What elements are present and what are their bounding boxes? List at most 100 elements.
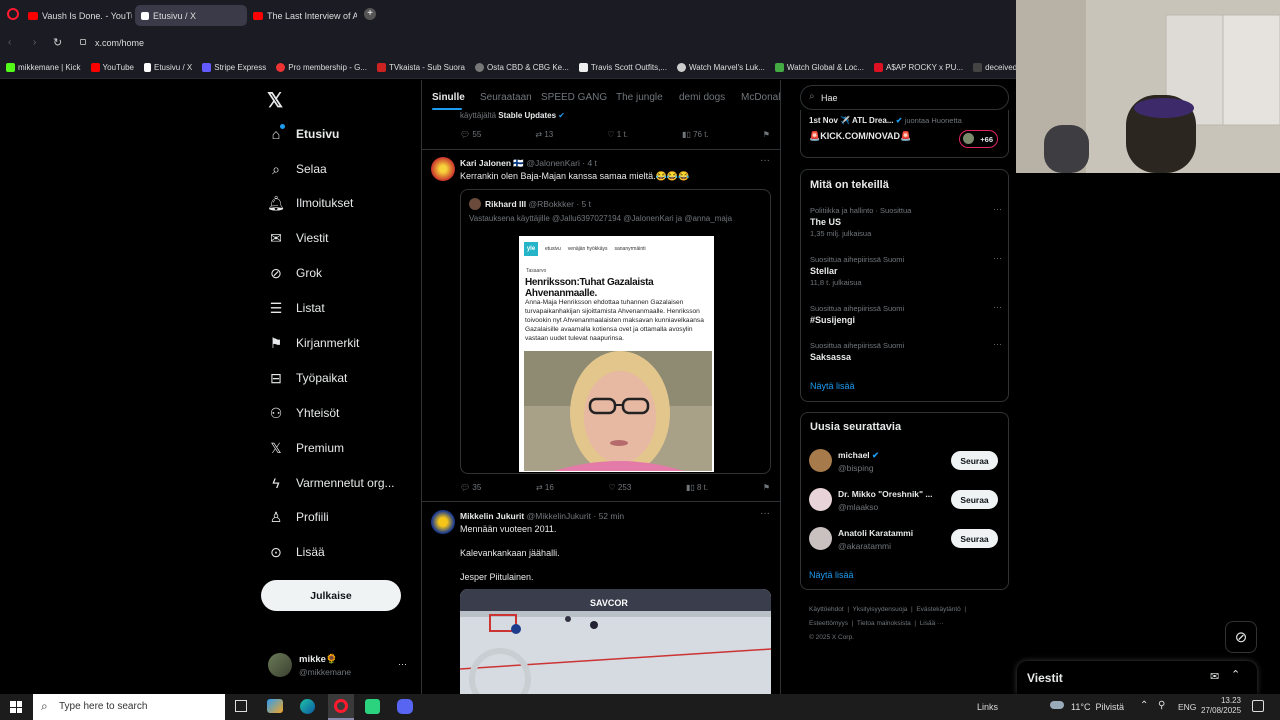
notifications-icon[interactable]: [1252, 700, 1264, 712]
trend-more-icon[interactable]: ···: [993, 253, 1002, 263]
nav-communities[interactable]: ⚇ Yhteisöt: [268, 405, 340, 421]
bookmark-asap[interactable]: A$AP ROCKY x PU...: [873, 63, 963, 72]
avatar[interactable]: [809, 488, 832, 511]
bookmark-tvkaista[interactable]: TVkaista - Sub Suora: [376, 63, 465, 72]
nav-notifications[interactable]: 🔔︎ Ilmoitukset: [267, 195, 353, 211]
trend-more-icon[interactable]: ···: [993, 302, 1002, 312]
tab-mcdonal[interactable]: McDonal: [741, 92, 780, 103]
like-button[interactable]: ♡ 253: [609, 483, 632, 492]
author-name[interactable]: Kari Jalonen 🇫🇮: [460, 158, 524, 168]
bookmark-deceived[interactable]: deceived: [973, 63, 1017, 72]
opera-logo-icon[interactable]: [7, 8, 19, 20]
network-icon[interactable]: ⚲: [1158, 700, 1165, 711]
reply-button[interactable]: 💬︎ 35: [460, 483, 481, 492]
follow-button[interactable]: Seuraa: [951, 490, 998, 509]
reply-button[interactable]: 💬︎ 55: [460, 130, 481, 139]
search-input[interactable]: Hae: [821, 93, 838, 103]
url-field[interactable]: x.com/home: [95, 38, 144, 48]
clock[interactable]: 13.23 27/08/2025: [1201, 696, 1241, 716]
author-handle[interactable]: @MikkelinJukurit: [527, 511, 591, 521]
nav-lists[interactable]: ☰ Listat: [268, 300, 325, 316]
footer-link[interactable]: Lisää ···: [920, 620, 944, 627]
views-button[interactable]: ▮▯ 8 t.: [686, 483, 708, 492]
bookmark-x[interactable]: Etusivu / X: [143, 63, 192, 72]
bookmark-button[interactable]: ⚑: [763, 130, 770, 139]
footer-link[interactable]: Tietoa mainoksista: [857, 620, 911, 627]
x-home-logo-icon[interactable]: 𝕏: [267, 88, 283, 113]
author-handle[interactable]: @JalonenKari: [526, 158, 580, 168]
nav-home[interactable]: ⌂ Etusivu: [268, 126, 340, 142]
repost-button[interactable]: ⇄ 13: [535, 130, 553, 139]
tab-following[interactable]: Seuraataan: [480, 92, 532, 103]
post-more-icon[interactable]: ···: [760, 155, 770, 166]
avatar[interactable]: [809, 449, 832, 472]
tab-interview[interactable]: The Last Interview of Aileen: [247, 5, 357, 26]
weather-text[interactable]: 11°C Pilvistä: [1071, 702, 1124, 712]
follow-button[interactable]: Seuraa: [951, 529, 998, 548]
footer-link[interactable]: Esteettömyys: [809, 620, 848, 627]
bookmark-youtube[interactable]: YouTube: [90, 63, 134, 72]
nav-more[interactable]: ⊙ Lisää: [268, 544, 325, 560]
language-indicator[interactable]: ENG: [1178, 702, 1196, 712]
suggestion-name[interactable]: Anatoli Karatammi: [838, 528, 913, 538]
trend-item[interactable]: Suosittua aihepiirissä Suomi Saksassa ··…: [810, 339, 1002, 362]
post-time[interactable]: · 4 t: [582, 158, 597, 168]
account-switcher[interactable]: mikke🌻 @mikkemane ···: [268, 653, 413, 679]
task-view-icon[interactable]: [235, 700, 247, 712]
trend-item[interactable]: Suosittua aihepiirissä Suomi Stellar 11,…: [810, 253, 1002, 287]
search-box[interactable]: ⌕ Hae: [800, 85, 1009, 110]
suggestion-name[interactable]: michael ✔: [838, 450, 879, 461]
trend-more-icon[interactable]: ···: [993, 204, 1002, 214]
trend-item[interactable]: Politiikka ja hallinto · Suosittua The U…: [810, 204, 1002, 238]
bookmark-travis[interactable]: Travis Scott Outfits,...: [578, 63, 667, 72]
follow-button[interactable]: Seuraa: [951, 451, 998, 470]
nav-profile[interactable]: ♙ Profiili: [268, 509, 329, 525]
footer-link[interactable]: Yksityisyydensuoja: [853, 606, 908, 613]
tab-demi-dogs[interactable]: demi dogs: [679, 92, 725, 103]
post-more-icon[interactable]: ···: [760, 508, 770, 519]
who-show-more[interactable]: Näytä lisää: [809, 570, 854, 580]
trends-show-more[interactable]: Näytä lisää: [810, 381, 855, 391]
quoted-post[interactable]: Rikhard III @RBokkker · 5 t Vastauksena …: [460, 189, 771, 474]
expand-icon[interactable]: ⌃: [1231, 668, 1240, 681]
tab-youtube[interactable]: Vaush Is Done. - YouTube: [22, 5, 132, 26]
discord-icon[interactable]: [397, 699, 413, 714]
suggestion-name[interactable]: Dr. Mikko "Oreshnik" ...: [838, 489, 933, 499]
views-button[interactable]: ▮▯ 76 t.: [682, 130, 709, 139]
compose-message-icon[interactable]: ✉: [1210, 670, 1219, 683]
windows-start-icon[interactable]: [10, 701, 22, 713]
footer-link[interactable]: Evästekäytäntö: [916, 606, 960, 613]
bookmark-global[interactable]: Watch Global & Loc...: [774, 63, 864, 72]
nav-messages[interactable]: ✉ Viestit: [268, 230, 328, 246]
app-icon[interactable]: [365, 699, 380, 714]
avatar[interactable]: [809, 527, 832, 550]
footer-link[interactable]: Käyttöehdot: [809, 606, 844, 613]
repost-button[interactable]: ⇄ 16: [536, 483, 554, 492]
opera-taskbar-icon[interactable]: [328, 694, 354, 720]
links-toolbar[interactable]: Links: [977, 702, 998, 712]
widgets-icon[interactable]: [267, 699, 283, 713]
trend-item[interactable]: Suosittua aihepiirissä Suomi #Susijengi …: [810, 302, 1002, 325]
reload-icon[interactable]: ↻: [53, 36, 62, 49]
trend-more-icon[interactable]: ···: [993, 339, 1002, 349]
tab-the-jungle[interactable]: The jungle: [616, 92, 663, 103]
avatar[interactable]: [431, 157, 455, 181]
author-name[interactable]: Mikkelin Jukurit: [460, 511, 524, 521]
bookmark-pro[interactable]: Pro membership - G...: [276, 63, 367, 72]
back-icon[interactable]: ‹: [8, 37, 11, 48]
nav-explore[interactable]: ⌕ Selaa: [268, 161, 327, 177]
nav-bookmarks[interactable]: ⚑ Kirjanmerkit: [268, 335, 360, 351]
context-name[interactable]: Stable Updates: [498, 111, 556, 120]
nav-verified-orgs[interactable]: ϟ Varmennetut org...: [268, 475, 394, 491]
bookmark-stripe[interactable]: Stripe Express: [202, 63, 266, 72]
tray-chevron-icon[interactable]: ⌃: [1140, 700, 1148, 711]
taskbar-search-box[interactable]: ⌕ Type here to search: [33, 694, 225, 720]
grok-floating-button[interactable]: ⊘: [1225, 621, 1257, 653]
post-time[interactable]: · 52 min: [593, 511, 624, 521]
new-tab-plus-icon[interactable]: +: [364, 8, 376, 20]
edge-icon[interactable]: [300, 699, 315, 714]
more-dots-icon[interactable]: ···: [398, 659, 407, 669]
bookmark-kick[interactable]: mikkemane | Kick: [6, 63, 81, 72]
nav-premium[interactable]: 𝕏 Premium: [268, 440, 344, 456]
post-button[interactable]: Julkaise: [261, 580, 401, 611]
